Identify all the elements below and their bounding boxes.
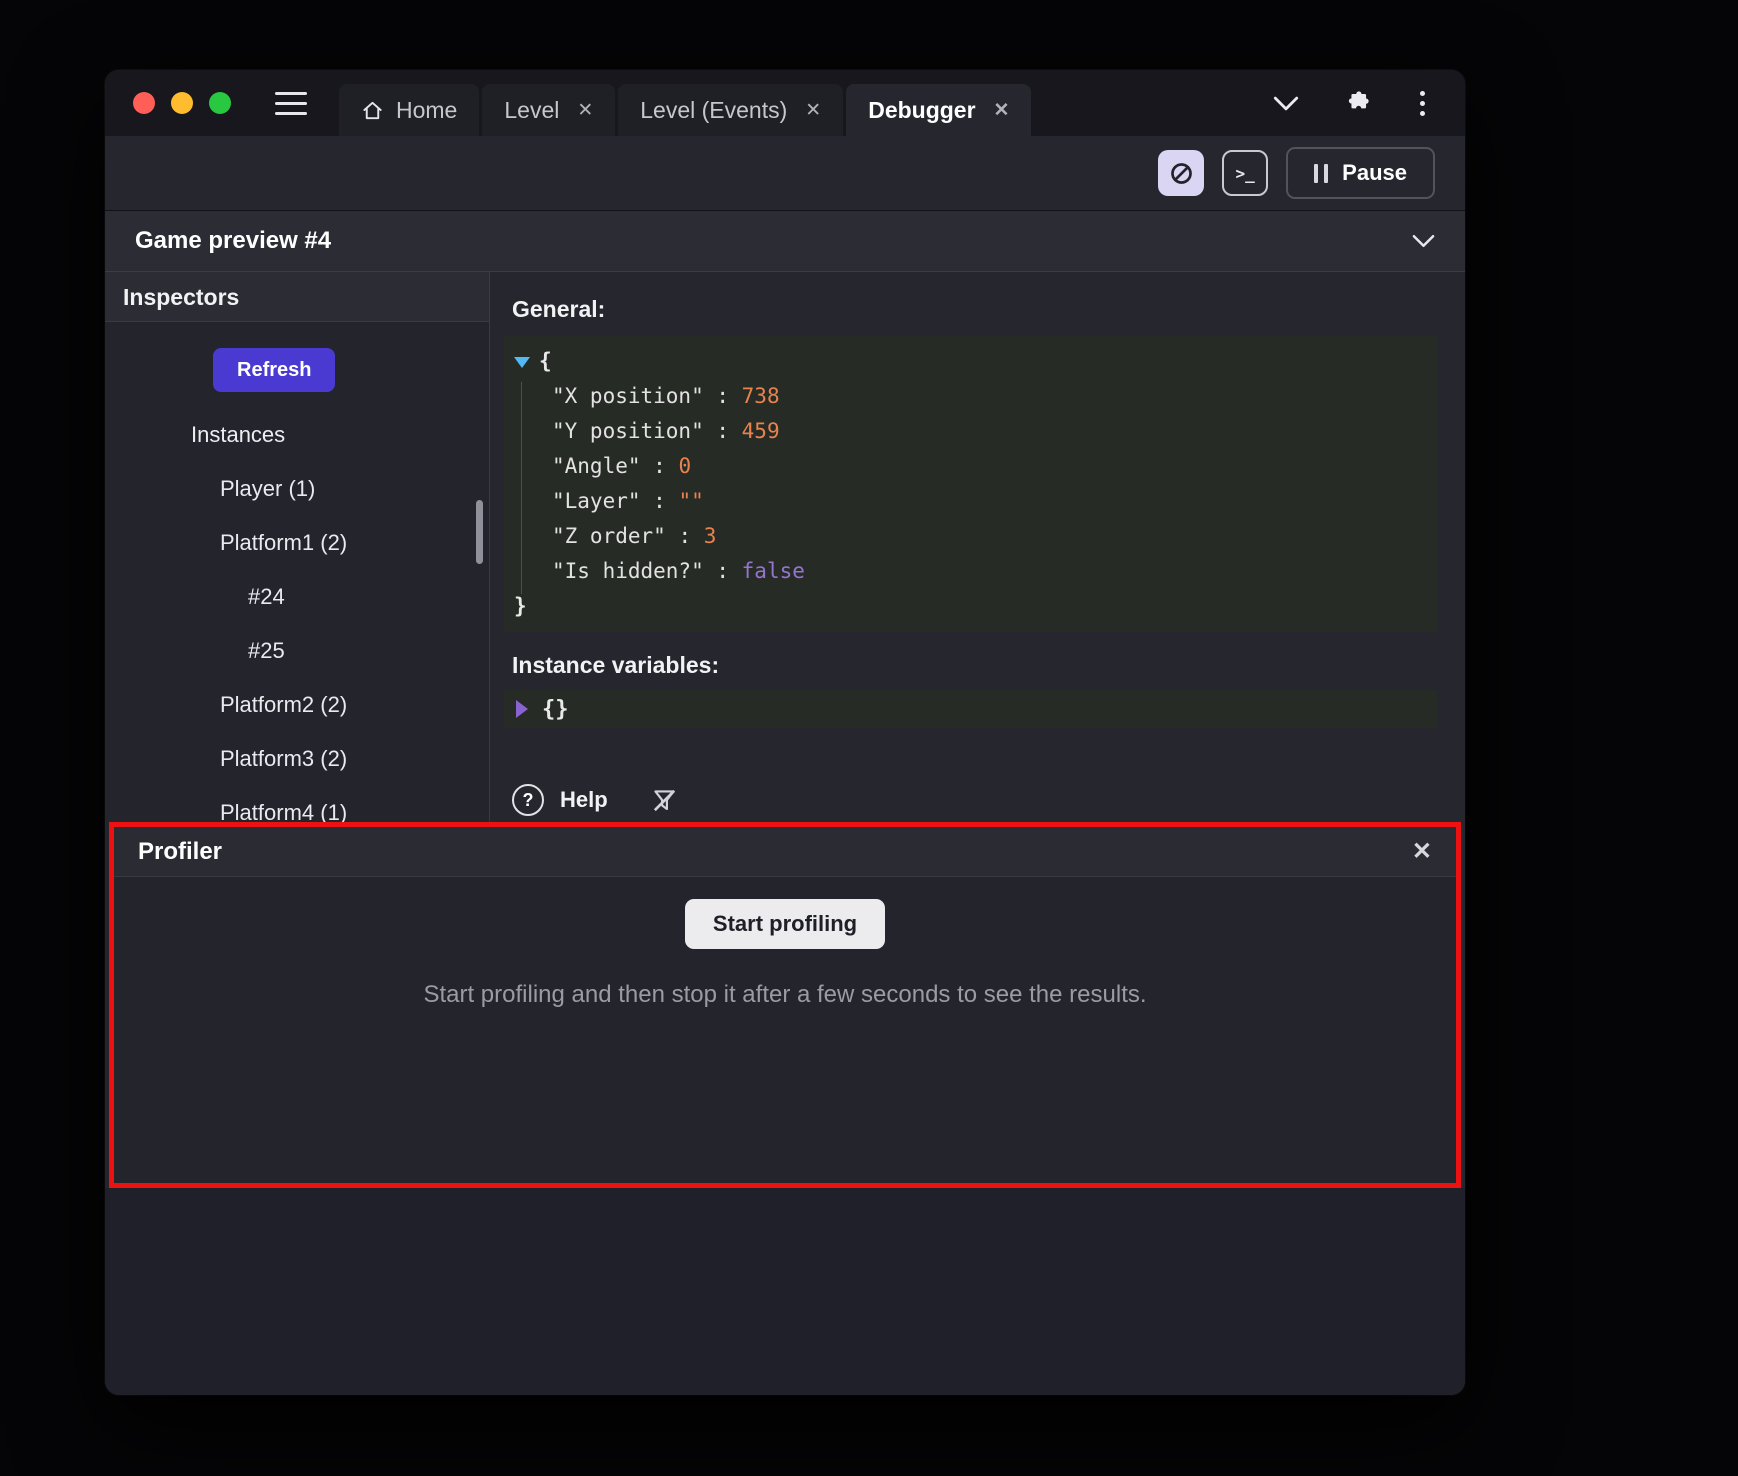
json-close-brace: } [514, 594, 527, 618]
console-tool-button[interactable]: >_ [1222, 150, 1268, 196]
property-value: 3 [704, 524, 717, 548]
minimize-window-button[interactable] [171, 92, 193, 114]
property-key: "Layer" [552, 489, 641, 513]
property-row: "Z order" : 3 [514, 519, 1427, 554]
pause-button[interactable]: Pause [1286, 147, 1435, 199]
tab-debugger[interactable]: Debugger ✕ [846, 84, 1031, 136]
general-properties-tree: { "X position" : 738 "Y position" : 459 … [504, 336, 1437, 632]
general-label: General: [504, 294, 1465, 324]
tab-bar-actions [1273, 89, 1465, 118]
instance-variables-tree[interactable]: {} [504, 690, 1437, 728]
instance-variables-label: Instance variables: [504, 650, 1465, 680]
window-bottom-area [105, 1188, 1465, 1395]
property-row: "X position" : 738 [514, 379, 1427, 414]
tab-bar: Home Level ✕ Level (Events) ✕ Debugger ✕ [105, 70, 1465, 136]
tab-label: Debugger [868, 97, 975, 124]
property-separator: : [704, 419, 742, 443]
sidebar-scrollbar[interactable] [476, 500, 483, 564]
app-window: Home Level ✕ Level (Events) ✕ Debugger ✕ [105, 70, 1465, 1395]
menu-icon[interactable] [275, 92, 307, 115]
start-profiling-button[interactable]: Start profiling [685, 899, 885, 949]
property-key: "Is hidden?" [552, 559, 704, 583]
property-row: "Y position" : 459 [514, 414, 1427, 449]
property-key: "Angle" [552, 454, 641, 478]
tab-label: Home [396, 97, 457, 124]
filter-off-icon[interactable] [650, 786, 679, 815]
chevron-down-icon [1412, 234, 1435, 248]
collapse-node-icon[interactable] [514, 357, 530, 368]
extensions-puzzle-icon[interactable] [1343, 90, 1370, 117]
property-separator: : [666, 524, 704, 548]
tab-label: Level (Events) [640, 97, 787, 124]
tab-strip: Home Level ✕ Level (Events) ✕ Debugger ✕ [339, 84, 1031, 136]
instance-variables-value: {} [542, 697, 569, 722]
help-row: ? Help [504, 784, 1465, 816]
json-open-brace: { [539, 349, 552, 373]
property-key: "X position" [552, 384, 704, 408]
tab-home[interactable]: Home [339, 84, 479, 136]
help-icon[interactable]: ? [512, 784, 544, 816]
close-profiler-icon[interactable]: ✕ [1412, 837, 1432, 866]
property-separator: : [641, 454, 679, 478]
help-label: Help [560, 787, 608, 813]
profiler-header: Profiler ✕ [114, 827, 1456, 877]
refresh-button[interactable]: Refresh [213, 348, 335, 392]
property-row: "Layer" : "" [514, 484, 1427, 519]
desktop-background: Home Level ✕ Level (Events) ✕ Debugger ✕ [0, 0, 1738, 1476]
debugger-toolbar: >_ Pause [105, 136, 1465, 210]
property-value: "" [678, 489, 703, 513]
property-row: "Is hidden?" : false [514, 554, 1427, 589]
tab-label: Level [504, 97, 559, 124]
indent-guide [521, 382, 522, 594]
instance-item-25[interactable]: #25 [105, 624, 489, 678]
profiler-hint: Start profiling and then stop it after a… [114, 981, 1456, 1009]
expand-node-icon[interactable] [516, 700, 528, 718]
window-controls [105, 92, 231, 114]
instance-item-platform3[interactable]: Platform3 (2) [105, 732, 489, 786]
property-key: "Y position" [552, 419, 704, 443]
profiler-panel: Profiler ✕ Start profiling Start profili… [109, 822, 1461, 1188]
game-preview-title: Game preview #4 [135, 227, 331, 255]
instance-item-player[interactable]: Player (1) [105, 462, 489, 516]
json-open-line: { [514, 344, 1427, 379]
property-value: 459 [742, 419, 780, 443]
instances-root-item[interactable]: Instances [105, 408, 489, 462]
instance-item-platform1[interactable]: Platform1 (2) [105, 516, 489, 570]
close-tab-icon[interactable]: ✕ [805, 99, 821, 122]
property-value: 738 [742, 384, 780, 408]
close-tab-icon[interactable]: ✕ [994, 99, 1010, 122]
gauge-icon [1168, 160, 1195, 187]
property-key: "Z order" [552, 524, 666, 548]
instance-item-platform2[interactable]: Platform2 (2) [105, 678, 489, 732]
profiler-body: Start profiling Start profiling and then… [114, 877, 1456, 1009]
pause-icon [1314, 164, 1328, 183]
zoom-window-button[interactable] [209, 92, 231, 114]
profiler-title: Profiler [138, 838, 222, 866]
property-value: false [742, 559, 805, 583]
pause-label: Pause [1342, 160, 1407, 186]
tab-level[interactable]: Level ✕ [482, 84, 615, 136]
json-close-line: } [514, 589, 1427, 624]
more-options-icon[interactable] [1414, 89, 1431, 118]
home-icon [361, 99, 384, 122]
property-separator: : [704, 384, 742, 408]
property-row: "Angle" : 0 [514, 449, 1427, 484]
profiler-tool-button[interactable] [1158, 150, 1204, 196]
game-preview-header[interactable]: Game preview #4 [105, 210, 1465, 272]
close-tab-icon[interactable]: ✕ [577, 99, 593, 122]
inspectors-header: Inspectors [105, 272, 489, 322]
tab-level-events[interactable]: Level (Events) ✕ [618, 84, 843, 136]
console-icon: >_ [1236, 164, 1255, 183]
property-separator: : [641, 489, 679, 513]
property-separator: : [704, 559, 742, 583]
close-window-button[interactable] [133, 92, 155, 114]
property-value: 0 [678, 454, 691, 478]
instance-item-24[interactable]: #24 [105, 570, 489, 624]
chevron-down-icon[interactable] [1273, 96, 1299, 111]
